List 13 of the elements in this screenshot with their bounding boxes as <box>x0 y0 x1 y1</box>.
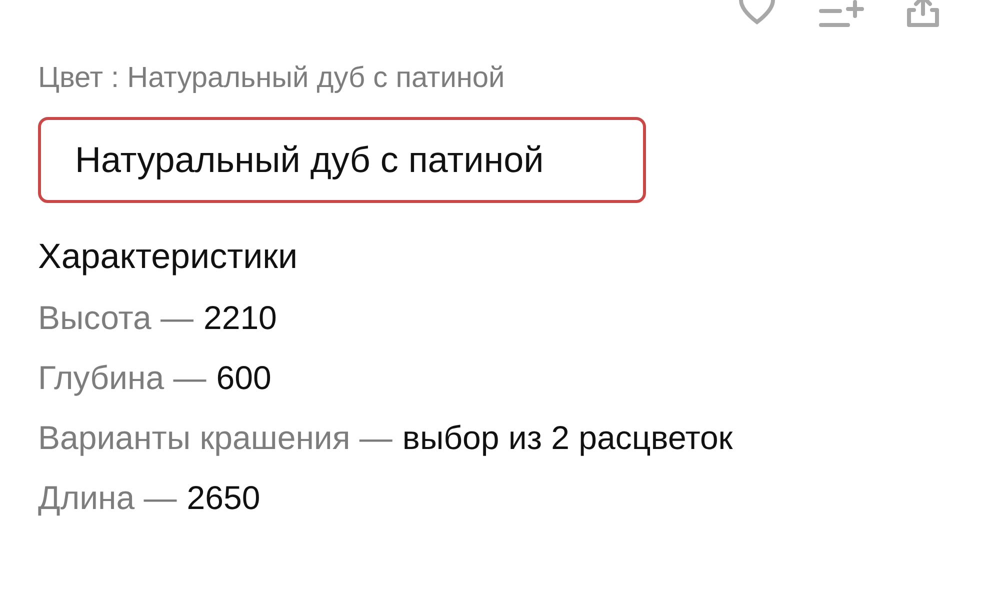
color-option[interactable]: Натуральный дуб с патиной <box>38 117 646 203</box>
share-icon[interactable] <box>904 0 942 28</box>
spec-name: Варианты крашения — <box>38 419 392 457</box>
add-to-list-icon[interactable] <box>818 0 864 28</box>
spec-value: 2650 <box>186 479 260 517</box>
spec-name: Глубина — <box>38 359 206 397</box>
spec-value: 600 <box>216 359 272 397</box>
spec-name: Высота — <box>38 299 194 337</box>
color-label: Цвет : Натуральный дуб с патиной <box>38 62 506 95</box>
spec-name: Длина — <box>38 479 177 517</box>
spec-value: 2210 <box>204 299 277 337</box>
specs-title: Характеристики <box>38 237 299 277</box>
spec-value: выбор из 2 расцветок <box>402 419 733 457</box>
